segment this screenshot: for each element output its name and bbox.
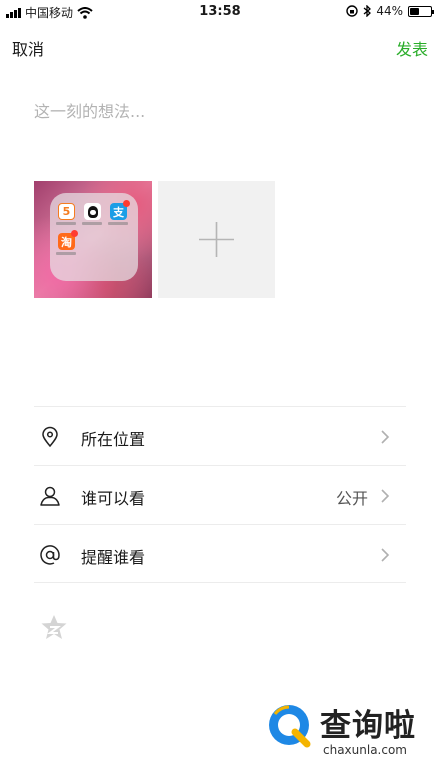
location-pin-icon — [42, 426, 58, 448]
status-bar: 中国移动 13:58 44% — [0, 0, 440, 24]
bluetooth-icon — [363, 5, 372, 17]
app-5-icon: 5 — [58, 203, 75, 220]
app-label — [82, 222, 102, 225]
cancel-button[interactable]: 取消 — [12, 36, 44, 60]
image-thumbnail[interactable]: 5 支 淘 — [34, 181, 152, 298]
publish-button[interactable]: 发表 — [396, 36, 428, 60]
post-options-list: 所在位置 谁可以看 公开 提醒谁看 — [34, 406, 406, 583]
watermark-logo: 查询啦 chaxunla.com — [265, 698, 435, 762]
alipay-icon: 支 — [110, 200, 130, 220]
add-image-button[interactable] — [158, 181, 275, 298]
app-label — [108, 222, 128, 225]
thought-input[interactable] — [34, 98, 406, 158]
app-label — [56, 222, 76, 225]
battery-icon — [408, 5, 434, 17]
option-location[interactable]: 所在位置 — [34, 406, 406, 465]
option-visibility[interactable]: 谁可以看 公开 — [34, 465, 406, 524]
qq-penguin-icon — [84, 203, 101, 220]
watermark-domain: chaxunla.com — [323, 743, 407, 757]
option-label: 谁可以看 — [81, 489, 146, 508]
plus-icon — [199, 222, 234, 257]
magnifier-logo-icon — [269, 705, 311, 748]
person-icon — [40, 486, 60, 506]
chevron-right-icon — [381, 548, 390, 562]
at-sign-icon — [40, 545, 60, 565]
status-right: 44% — [346, 4, 434, 18]
chevron-right-icon — [381, 430, 390, 444]
option-label: 提醒谁看 — [81, 548, 146, 567]
option-label: 所在位置 — [81, 430, 146, 449]
option-value: 公开 — [335, 489, 368, 508]
option-mention[interactable]: 提醒谁看 — [34, 524, 406, 583]
app-folder-image: 5 支 淘 — [50, 193, 138, 281]
battery-percent: 44% — [376, 4, 403, 18]
watermark-brand: 查询啦 — [320, 708, 416, 744]
chevron-right-icon — [381, 489, 390, 503]
app-label — [56, 252, 76, 255]
taobao-icon: 淘 — [58, 230, 78, 250]
star-icon[interactable] — [40, 614, 68, 640]
orientation-lock-icon — [346, 5, 359, 17]
